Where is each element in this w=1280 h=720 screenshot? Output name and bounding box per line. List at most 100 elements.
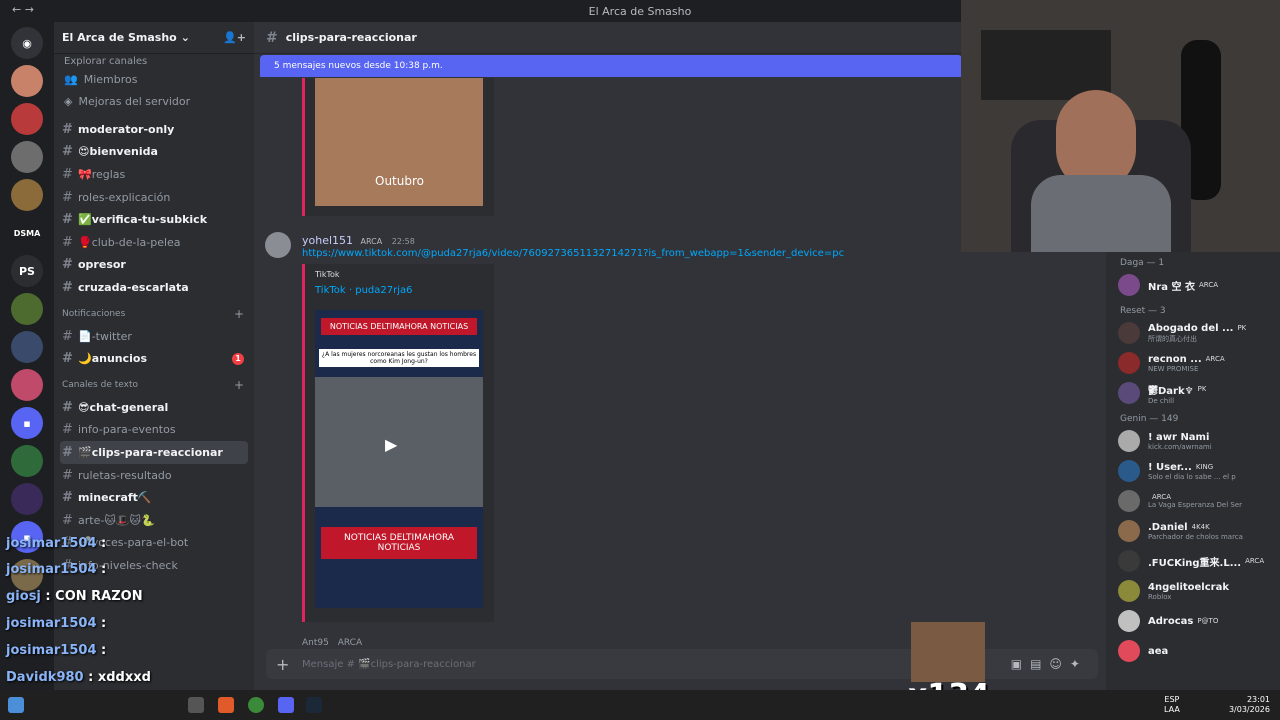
hash-icon: # — [62, 234, 73, 250]
server-icon-active[interactable] — [11, 369, 43, 401]
chrome-icon[interactable] — [248, 697, 264, 713]
member-item[interactable]: .FUCKing重来.L... ARCA — [1106, 546, 1280, 576]
message-link[interactable]: https://www.tiktok.com/@puda27rja6/video… — [302, 248, 844, 259]
stream-chat-line: Davidk980 : xddxxd — [6, 670, 151, 685]
member-tag: PK — [1237, 324, 1247, 332]
member-item[interactable]: ! awr Nami kick.com/awrnami — [1106, 426, 1280, 456]
previous-video-embed[interactable]: Outubro — [302, 78, 494, 216]
member-item[interactable]: ARCA La Vaga Esperanza Del Ser — [1106, 486, 1280, 516]
server-icon[interactable] — [11, 293, 43, 325]
steam-icon[interactable] — [306, 697, 322, 713]
next-author[interactable]: Ant95 — [302, 638, 329, 648]
avatar — [1118, 460, 1140, 482]
new-messages-banner[interactable]: 5 mensajes nuevos desde 10:38 p.m. — [260, 55, 962, 77]
server-icon[interactable] — [11, 141, 43, 173]
avatar — [1118, 430, 1140, 452]
server-icon[interactable] — [11, 483, 43, 515]
member-item[interactable]: 4ngelitoelcrak Roblox — [1106, 576, 1280, 606]
embed-title[interactable]: TikTok · puda27rja6 — [305, 279, 494, 304]
channel-item[interactable]: # moderator-only — [54, 118, 254, 141]
add-attachment-icon[interactable]: + — [276, 655, 289, 674]
member-item[interactable]: recnon ... ARCA NEW PROMISE — [1106, 348, 1280, 378]
sidebar-boosts[interactable]: ◈ Mejoras del servidor — [54, 90, 254, 112]
member-item[interactable]: ! User... KING Solo el dia lo sabe ... el … — [1106, 456, 1280, 486]
sidebar-explore[interactable]: Explorar canales — [54, 54, 254, 68]
channel-item[interactable]: # roles-explicación — [54, 186, 254, 209]
channel-item[interactable]: # cruzada-escarlata — [54, 276, 254, 299]
play-icon[interactable]: ▶ — [385, 435, 397, 454]
server-icon[interactable] — [11, 179, 43, 211]
discord-icon[interactable] — [278, 697, 294, 713]
hash-icon: # — [266, 29, 278, 46]
server-icon[interactable] — [11, 103, 43, 135]
member-item[interactable]: aea — [1106, 636, 1280, 666]
channel-item[interactable]: # ✅verifica-tu-subkick — [54, 208, 254, 231]
hash-icon: # — [62, 144, 73, 160]
member-tag: P@TO — [1197, 617, 1219, 625]
channel-item[interactable]: # 🎬clips-para-reaccionar — [60, 441, 248, 464]
channel-item[interactable]: # info-para-eventos — [54, 419, 254, 442]
hash-icon: # — [62, 166, 73, 182]
folder-icon[interactable]: ▪ — [11, 407, 43, 439]
input-language[interactable]: ESP LAA — [1164, 695, 1180, 715]
windows-start-icon[interactable] — [8, 697, 24, 713]
channel-item[interactable]: # ruletas-resultado — [54, 464, 254, 487]
chat-text: CON RAZON — [55, 589, 143, 604]
video-thumbnail[interactable]: Outubro — [315, 78, 483, 206]
avatar — [1118, 322, 1140, 344]
add-member-icon[interactable]: 👤+ — [223, 31, 246, 44]
member-item[interactable]: Abogado del ... PK 所谓的真心付出 — [1106, 318, 1280, 348]
server-icon[interactable] — [11, 331, 43, 363]
add-channel-icon[interactable]: + — [234, 307, 244, 321]
member-item[interactable]: Adrocas P@TO — [1106, 606, 1280, 636]
channel-item[interactable]: # 📄-twitter — [54, 325, 254, 348]
channel-item[interactable]: # 😎chat-general — [54, 396, 254, 419]
add-channel-icon[interactable]: + — [234, 378, 244, 392]
member-name: Nra 空 衣 — [1148, 281, 1196, 293]
clock[interactable]: 23:01 3/03/2026 — [1220, 695, 1270, 715]
channel-item[interactable]: # minecraft⛏️ — [54, 486, 254, 509]
message-author[interactable]: yohel151 — [302, 234, 353, 247]
video-thumbnail[interactable]: NOTICIAS DELTIMAHORA NOTICIAS ¿A las muj… — [315, 310, 483, 608]
member-item[interactable]: 鬱Dark♆ PK De chill — [1106, 378, 1280, 408]
hash-icon: # — [62, 189, 73, 205]
channel-label: 🌙anuncios — [78, 352, 148, 366]
sidebar-members[interactable]: 👥 Miembros — [54, 68, 254, 90]
member-tag: 4K4K — [1191, 523, 1210, 531]
brave-icon[interactable] — [218, 697, 234, 713]
member-item[interactable]: Nra 空 衣 ARCA — [1106, 270, 1280, 300]
avatar — [1118, 610, 1140, 632]
lang-layout: LAA — [1164, 705, 1180, 714]
channel-item[interactable]: # 🎀reglas — [54, 163, 254, 186]
channel-item[interactable]: # 🥊club-de-la-pelea — [54, 231, 254, 254]
server-name: El Arca de Smasho — [62, 31, 177, 44]
channel-item[interactable]: # arte-🐱🎩🐱🐍 — [54, 509, 254, 532]
channel-label: moderator-only — [78, 122, 175, 136]
server-header[interactable]: El Arca de Smasho ⌄ 👤+ — [54, 22, 254, 54]
hash-icon: # — [62, 351, 73, 367]
taskbar-app-icon[interactable] — [188, 697, 204, 713]
composer-tools-icons[interactable]: ▣▤☺✦ — [1011, 657, 1088, 671]
avatar — [1118, 520, 1140, 542]
category-notificaciones[interactable]: Notificaciones + — [54, 303, 254, 325]
member-name: Abogado del ... — [1148, 322, 1234, 334]
member-item[interactable]: .Daniel 4K4K Parchador de cholos marca — [1106, 516, 1280, 546]
avatar[interactable] — [265, 232, 291, 258]
channel-label: 🎬clips-para-reaccionar — [78, 445, 223, 459]
composer-input[interactable]: Mensaje # 🎬clips-para-reaccionar — [302, 659, 476, 670]
chevron-down-icon: ⌄ — [180, 31, 190, 44]
server-icon[interactable] — [11, 65, 43, 97]
emote-image — [911, 622, 985, 682]
discord-home-icon[interactable]: ◉ — [11, 27, 43, 59]
channel-item[interactable]: # 😍bienvenida — [54, 141, 254, 164]
avatar — [1118, 550, 1140, 572]
category-canales-texto[interactable]: Canales de texto + — [54, 374, 254, 396]
hash-icon: # — [62, 328, 73, 344]
channel-item[interactable]: # 🌙anuncios 1 — [54, 347, 254, 370]
boost-icon: ◈ — [64, 94, 73, 108]
channel-item[interactable]: # opresor — [54, 254, 254, 277]
server-icon-dsma[interactable]: DSMA — [11, 217, 43, 249]
server-icon-ps[interactable]: PS — [11, 255, 43, 287]
server-icon[interactable] — [11, 445, 43, 477]
channel-label: minecraft⛏️ — [78, 491, 152, 505]
